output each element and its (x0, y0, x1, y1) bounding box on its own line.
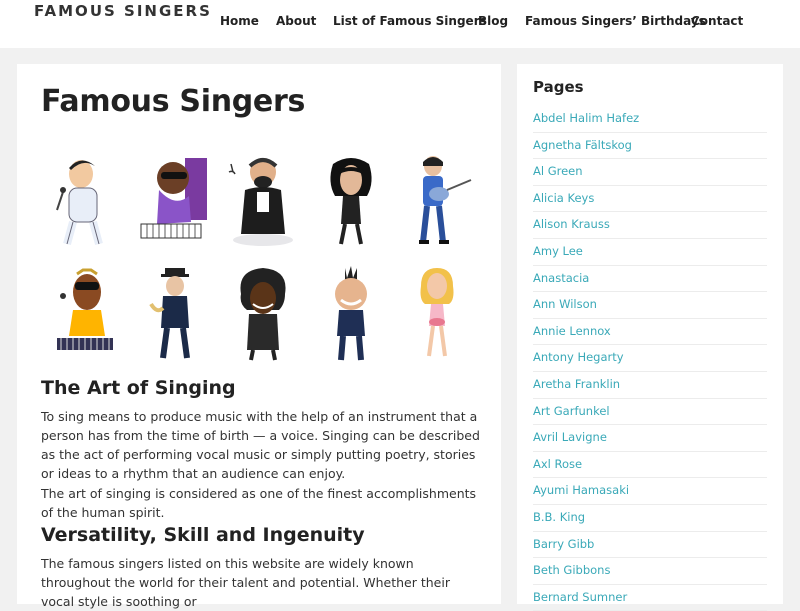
pages-sidebar: Pages Abdel Halim Hafez Agnetha Fältskog… (517, 64, 783, 611)
nav-list-of-famous-singers[interactable]: List of Famous Singers (333, 13, 487, 29)
sidebar-link-bernard-sumner[interactable]: Bernard Sumner (533, 585, 767, 611)
sidebar-link-ann-wilson[interactable]: Ann Wilson (533, 292, 767, 319)
caricature-piano-singer-icon[interactable] (135, 152, 215, 252)
sidebar-link-agnetha-faltskog[interactable]: Agnetha Fältskog (533, 133, 767, 160)
sidebar-link-antony-hegarty[interactable]: Antony Hegarty (533, 345, 767, 372)
caricature-hat-singer-icon[interactable] (135, 264, 215, 364)
nav-blog[interactable]: Blog (478, 13, 508, 29)
nav-contact[interactable]: Contact (691, 13, 743, 29)
sidebar-link-art-garfunkel[interactable]: Art Garfunkel (533, 399, 767, 426)
sidebar-link-aretha-franklin[interactable]: Aretha Franklin (533, 372, 767, 399)
caricature-guitarist-icon[interactable] (399, 152, 479, 252)
pages-list: Abdel Halim Hafez Agnetha Fältskog Al Gr… (533, 106, 767, 611)
nav-about[interactable]: About (276, 13, 316, 29)
nav-famous-singers-birthdays[interactable]: Famous Singers’ Birthdays (525, 13, 706, 29)
sidebar-link-axl-rose[interactable]: Axl Rose (533, 452, 767, 479)
paragraph-art-of-singing: To sing means to produce music with the … (41, 409, 480, 481)
sidebar-link-al-green[interactable]: Al Green (533, 159, 767, 186)
sidebar-link-amy-lee[interactable]: Amy Lee (533, 239, 767, 266)
caricature-michael-icon[interactable] (311, 152, 391, 252)
sidebar-link-alison-krauss[interactable]: Alison Krauss (533, 212, 767, 239)
caricature-soul-singer-icon[interactable] (223, 264, 303, 364)
paragraph-versatility: The famous singers listed on this websit… (41, 556, 450, 609)
caricature-blonde-singer-icon[interactable] (399, 264, 479, 364)
sidebar-link-ayumi-hamasaki[interactable]: Ayumi Hamasaki (533, 478, 767, 505)
site-logo[interactable]: FAMOUS SINGERS (34, 0, 212, 22)
paragraph-finest-accomplishments: The art of singing is considered as one … (41, 486, 477, 520)
caricature-elvis-icon[interactable] (47, 152, 127, 252)
caricature-keyboard-singer-icon[interactable] (47, 266, 127, 366)
caricature-mohawk-singer-icon[interactable] (311, 266, 391, 366)
sidebar-link-annie-lennox[interactable]: Annie Lennox (533, 319, 767, 346)
singer-caricature-gallery (41, 150, 481, 365)
sidebar-link-abdel-halim-hafez[interactable]: Abdel Halim Hafez (533, 106, 767, 133)
caricature-tenor-icon[interactable] (223, 150, 303, 250)
section-title-art-of-singing: The Art of Singing (41, 377, 236, 399)
sidebar-link-alicia-keys[interactable]: Alicia Keys (533, 186, 767, 213)
sidebar-link-bb-king[interactable]: B.B. King (533, 505, 767, 532)
site-header: FAMOUS SINGERS Home About List of Famous… (0, 0, 800, 48)
sidebar-title: Pages (533, 78, 584, 96)
nav-home[interactable]: Home (220, 13, 259, 29)
sidebar-link-anastacia[interactable]: Anastacia (533, 266, 767, 293)
sidebar-link-avril-lavigne[interactable]: Avril Lavigne (533, 425, 767, 452)
sidebar-link-barry-gibb[interactable]: Barry Gibb (533, 532, 767, 559)
section-title-versatility: Versatility, Skill and Ingenuity (41, 524, 365, 546)
page-title: Famous Singers (41, 84, 306, 119)
sidebar-link-beth-gibbons[interactable]: Beth Gibbons (533, 558, 767, 585)
main-content: Famous Singers The Art of Singing To sin… (17, 64, 501, 609)
